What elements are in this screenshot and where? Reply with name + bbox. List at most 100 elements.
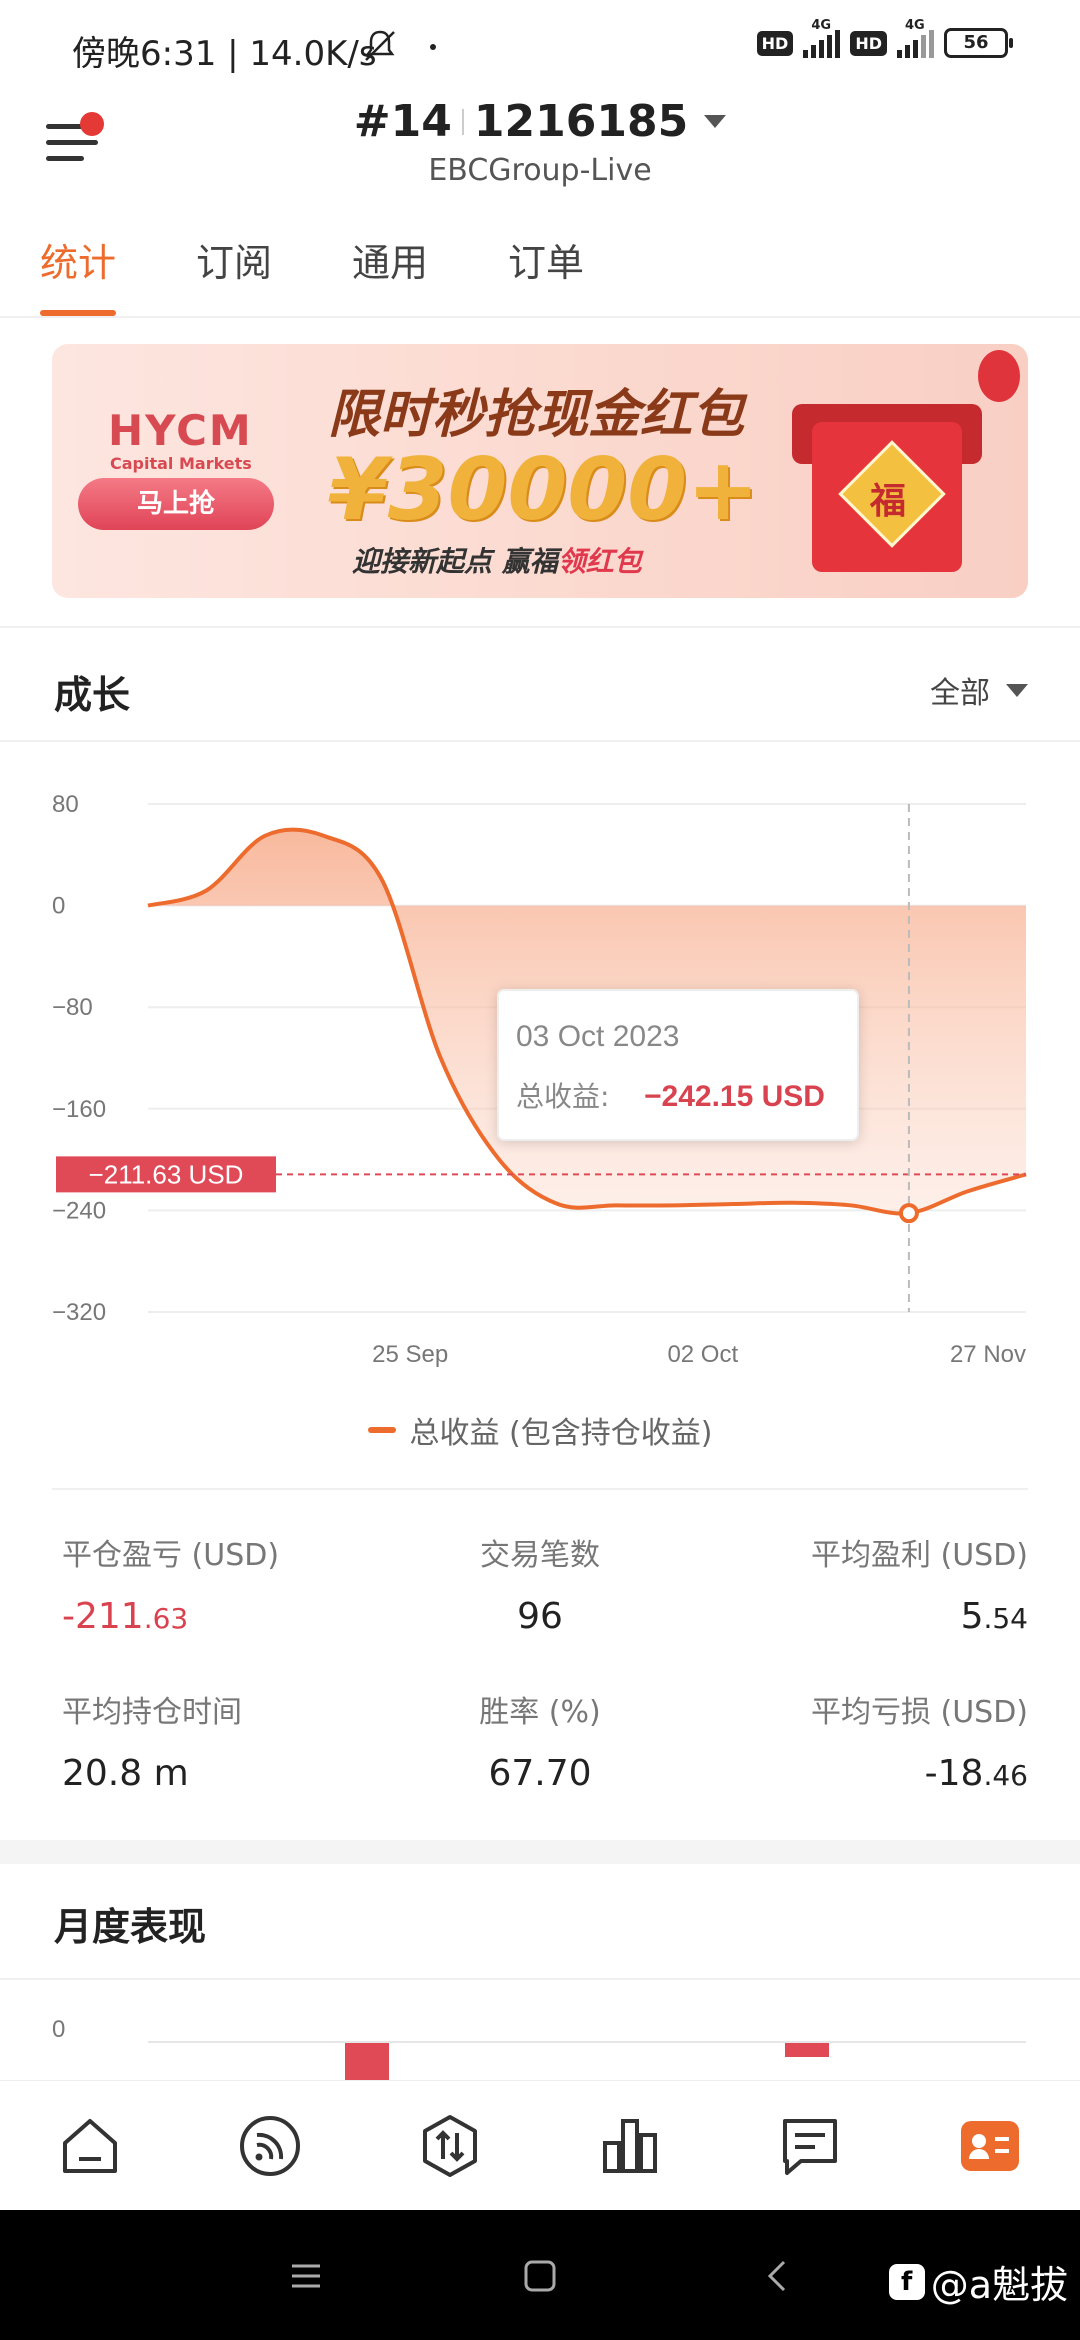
watermark-logo: f bbox=[888, 2263, 925, 2300]
lantern-icon bbox=[978, 350, 1020, 402]
banner-tagline: 迎接新起点 赢福领红包 bbox=[352, 545, 642, 578]
stat-value: 67.70 bbox=[488, 1753, 592, 1794]
signal-icon-2: 4G bbox=[897, 18, 934, 58]
stat-label: 交易笔数 bbox=[479, 1538, 600, 1573]
stat-avg-hold-time: 平均持仓时间 20.8 m bbox=[52, 1687, 377, 1794]
chevron-down-icon bbox=[704, 115, 727, 128]
fu-char: 福 bbox=[870, 481, 907, 522]
bell-muted-icon bbox=[365, 30, 395, 61]
y-tick-label: 80 bbox=[52, 791, 79, 818]
stat-value: -18.46 bbox=[924, 1753, 1028, 1794]
monthly-chart: 0 bbox=[52, 2016, 1026, 2080]
home-button-icon[interactable] bbox=[520, 2256, 560, 2296]
tab-subscribe[interactable]: 订阅 bbox=[196, 232, 272, 312]
tooltip-value: −242.15 USD bbox=[644, 1080, 825, 1113]
tab-bar: 统计 订阅 通用 订单 bbox=[40, 232, 584, 316]
stat-win-rate: 胜率 (%) 67.70 bbox=[377, 1687, 702, 1794]
monthly-title: 月度表现 bbox=[54, 1905, 207, 1949]
growth-chart[interactable]: 80 0 −80 −160 −240 −320 25 Sep 02 Oct 27 Nov −211… bbox=[0, 760, 1080, 1460]
y-tick-label: −240 bbox=[52, 1197, 106, 1224]
signal-icon: 4G bbox=[803, 18, 841, 58]
tab-general[interactable]: 通用 bbox=[352, 232, 428, 312]
nav-messages[interactable] bbox=[770, 2106, 850, 2186]
range-filter[interactable]: 全部 bbox=[930, 668, 1028, 712]
stat-label: 平均盈利 (USD) bbox=[810, 1538, 1028, 1573]
nav-home[interactable] bbox=[50, 2106, 130, 2186]
status-dot bbox=[430, 44, 436, 50]
stats-grid: 平仓盈亏 (USD) -211.63 交易笔数 96 平均盈利 (USD) 5.54 平均持… bbox=[52, 1530, 1028, 1794]
stat-value: -211.63 bbox=[62, 1596, 189, 1637]
account-number: 1216185 bbox=[473, 96, 689, 147]
range-filter-label: 全部 bbox=[930, 676, 990, 711]
section-divider bbox=[52, 1488, 1028, 1490]
section-divider bbox=[0, 626, 1080, 628]
nav-trade[interactable] bbox=[410, 2106, 490, 2186]
tab-statistics[interactable]: 统计 bbox=[40, 232, 117, 316]
stat-label: 平仓盈亏 (USD) bbox=[62, 1538, 280, 1573]
current-value-label: −211.63 USD bbox=[89, 1159, 244, 1189]
chart-tooltip: 03 Oct 2023 总收益: −242.15 USD bbox=[497, 989, 859, 1141]
hd-badge-2: HD bbox=[850, 30, 887, 56]
bottom-nav bbox=[0, 2080, 1080, 2210]
y-tick-label: −320 bbox=[52, 1299, 106, 1326]
selected-point bbox=[898, 1203, 919, 1224]
x-tick-label: 02 Oct bbox=[667, 1341, 738, 1368]
legend-swatch bbox=[367, 1427, 396, 1433]
nav-profile[interactable] bbox=[950, 2106, 1030, 2186]
back-icon[interactable] bbox=[758, 2256, 798, 2296]
stat-avg-loss: 平均亏损 (USD) -18.46 bbox=[703, 1687, 1028, 1794]
account-selector[interactable]: #14 1216185 EBCGroup-Live bbox=[0, 96, 1080, 188]
recents-icon[interactable] bbox=[286, 2256, 326, 2296]
stat-label: 胜率 (%) bbox=[479, 1695, 601, 1730]
home-icon bbox=[63, 2118, 117, 2173]
section-gap bbox=[0, 1840, 1080, 1864]
system-nav-bar: f @a魁拔 bbox=[0, 2210, 1080, 2340]
legend-label: 总收益 (包含持仓收益) bbox=[409, 1416, 713, 1451]
promo-banner[interactable]: HYCM Capital Markets 马上抢 限时秒抢现金红包 ¥30000… bbox=[52, 344, 1028, 598]
chevron-down-icon bbox=[1006, 683, 1028, 697]
grab-button[interactable]: 马上抢 bbox=[78, 478, 274, 530]
battery-icon: 56 bbox=[944, 28, 1013, 58]
y-tick-label: −80 bbox=[52, 994, 93, 1021]
y-tick-label: 0 bbox=[52, 893, 65, 920]
server-name: EBCGroup-Live bbox=[428, 153, 652, 188]
tooltip-box bbox=[497, 989, 859, 1141]
watermark: f @a魁拔 bbox=[888, 2254, 1068, 2309]
status-right: HD 4G HD 4G 56 bbox=[756, 18, 1013, 58]
tooltip-date: 03 Oct 2023 bbox=[516, 1020, 679, 1053]
y-tick-label: −160 bbox=[52, 1096, 106, 1123]
tab-orders[interactable]: 订单 bbox=[508, 232, 584, 312]
signal-feed-icon bbox=[240, 2115, 300, 2176]
banner-title: 限时秒抢现金红包 bbox=[328, 385, 745, 445]
hd-badge: HD bbox=[756, 30, 794, 56]
stat-label: 平均持仓时间 bbox=[62, 1695, 242, 1730]
banner-amount: ¥30000+ bbox=[328, 440, 760, 540]
message-icon bbox=[783, 2118, 837, 2175]
growth-title: 成长 bbox=[54, 673, 131, 717]
chart-legend[interactable]: 总收益 (包含持仓收益) bbox=[0, 1408, 1080, 1452]
x-tick-label: 25 Sep bbox=[372, 1341, 448, 1368]
stat-avg-profit: 平均盈利 (USD) 5.54 bbox=[703, 1530, 1028, 1637]
stat-value: 5.54 bbox=[960, 1596, 1028, 1637]
status-time-speed: 傍晚6:31 | 14.0K/s bbox=[72, 34, 377, 74]
stat-closed-pnl: 平仓盈亏 (USD) -211.63 bbox=[52, 1530, 377, 1637]
tabs-divider bbox=[0, 316, 1080, 318]
banner-logo: HYCM bbox=[108, 406, 253, 455]
nav-signals[interactable] bbox=[230, 2106, 310, 2186]
account-prefix: #14 bbox=[353, 96, 452, 147]
stat-trade-count: 交易笔数 96 bbox=[377, 1530, 702, 1637]
watermark-text: @a魁拔 bbox=[930, 2263, 1068, 2307]
monthly-y-tick: 0 bbox=[52, 2016, 65, 2043]
banner-logo-sub: Capital Markets bbox=[110, 454, 252, 473]
monthly-bar bbox=[785, 2043, 829, 2057]
status-bar: 傍晚6:31 | 14.0K/s HD 4G HD 4G 56 bbox=[0, 0, 1080, 90]
trade-icon bbox=[423, 2114, 477, 2177]
stat-label: 平均亏损 (USD) bbox=[810, 1695, 1028, 1730]
nav-market[interactable] bbox=[590, 2106, 670, 2186]
profile-card-icon bbox=[961, 2120, 1019, 2171]
bar-chart-icon bbox=[603, 2118, 657, 2173]
x-tick-label: 27 Nov bbox=[950, 1341, 1026, 1368]
account-divider bbox=[461, 108, 464, 135]
tooltip-label: 总收益: bbox=[516, 1080, 609, 1113]
stat-value: 20.8 m bbox=[62, 1753, 189, 1794]
